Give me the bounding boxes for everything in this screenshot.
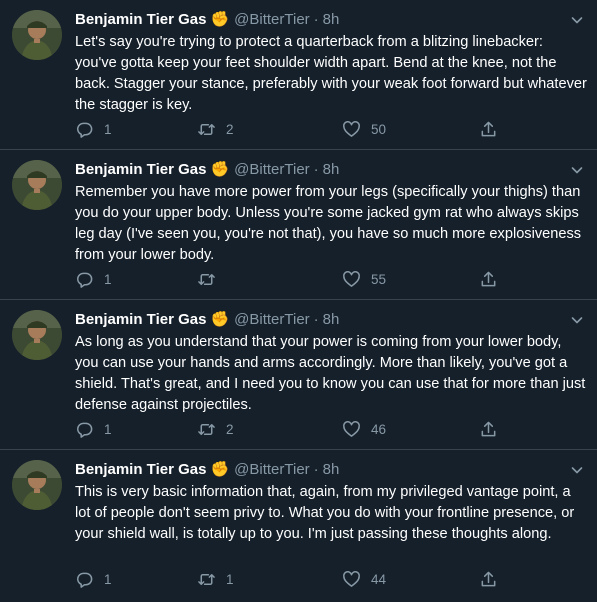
reply-icon <box>75 420 94 439</box>
like-count: 55 <box>371 271 387 287</box>
timestamp[interactable]: 8h <box>323 310 340 330</box>
reply-icon <box>75 270 94 289</box>
display-name[interactable]: Benjamin Tier Gas <box>75 160 206 180</box>
retweet-button[interactable]: 2 <box>197 418 234 440</box>
share-button[interactable] <box>479 118 498 140</box>
tweet-header: Benjamin Tier Gas ✊ @BitterTier · 8h <box>75 10 585 30</box>
like-count: 46 <box>371 421 387 437</box>
tweet-actions: 1 1 44 <box>75 568 505 590</box>
reply-count: 1 <box>104 271 112 287</box>
tweet-actions: 1 2 50 <box>75 118 505 140</box>
reply-button[interactable]: 1 <box>75 118 112 140</box>
tweet-text: As long as you understand that your powe… <box>75 334 586 413</box>
heart-icon <box>342 270 361 289</box>
reply-count: 1 <box>104 421 112 437</box>
tweet-text: This is very basic information that, aga… <box>75 484 575 542</box>
chevron-down-icon[interactable] <box>569 12 585 28</box>
avatar-image <box>12 310 62 360</box>
share-icon <box>479 270 498 289</box>
retweet-button[interactable] <box>197 268 226 290</box>
share-button[interactable] <box>479 418 498 440</box>
separator-dot: · <box>313 11 319 28</box>
avatar[interactable] <box>12 460 62 510</box>
retweet-icon <box>197 270 216 289</box>
reply-button[interactable]: 1 <box>75 268 112 290</box>
tweet-header: Benjamin Tier Gas ✊ @BitterTier · 8h <box>75 460 585 480</box>
chevron-down-icon[interactable] <box>569 462 585 478</box>
like-button[interactable]: 44 <box>342 568 386 590</box>
retweet-count: 2 <box>226 121 234 137</box>
chevron-down-icon[interactable] <box>569 162 585 178</box>
user-handle[interactable]: @BitterTier <box>234 160 310 180</box>
avatar-image <box>12 460 62 510</box>
separator-dot: · <box>313 461 319 478</box>
chevron-down-icon[interactable] <box>569 312 585 328</box>
display-name[interactable]: Benjamin Tier Gas <box>75 310 206 330</box>
share-icon <box>479 570 498 589</box>
reply-icon <box>75 120 94 139</box>
raised-fist-emoji: ✊ <box>210 11 230 28</box>
avatar-image <box>12 160 62 210</box>
tweet[interactable]: Benjamin Tier Gas ✊ @BitterTier · 8h Let… <box>0 0 597 150</box>
heart-icon <box>342 120 361 139</box>
heart-icon <box>342 420 361 439</box>
tweet[interactable]: Benjamin Tier Gas ✊ @BitterTier · 8h Thi… <box>0 450 597 602</box>
raised-fist-emoji: ✊ <box>210 311 230 328</box>
timestamp[interactable]: 8h <box>323 460 340 480</box>
tweet[interactable]: Benjamin Tier Gas ✊ @BitterTier · 8h As … <box>0 300 597 450</box>
share-button[interactable] <box>479 268 498 290</box>
tweet-actions: 1 2 46 <box>75 418 505 440</box>
user-handle[interactable]: @BitterTier <box>234 310 310 330</box>
retweet-count: 1 <box>226 571 234 587</box>
reply-count: 1 <box>104 571 112 587</box>
separator-dot: · <box>313 161 319 178</box>
tweet-header: Benjamin Tier Gas ✊ @BitterTier · 8h <box>75 160 585 180</box>
avatar[interactable] <box>12 160 62 210</box>
retweet-button[interactable]: 2 <box>197 118 234 140</box>
reply-button[interactable]: 1 <box>75 418 112 440</box>
avatar-image <box>12 10 62 60</box>
like-button[interactable]: 55 <box>342 268 386 290</box>
like-button[interactable]: 46 <box>342 418 386 440</box>
retweet-icon <box>197 570 216 589</box>
user-handle[interactable]: @BitterTier <box>234 10 310 30</box>
like-button[interactable]: 50 <box>342 118 386 140</box>
tweet-actions: 1 55 <box>75 268 505 290</box>
display-name[interactable]: Benjamin Tier Gas <box>75 10 206 30</box>
tweet-thread: Benjamin Tier Gas ✊ @BitterTier · 8h Let… <box>0 0 597 602</box>
retweet-count: 2 <box>226 421 234 437</box>
user-handle[interactable]: @BitterTier <box>234 460 310 480</box>
raised-fist-emoji: ✊ <box>210 461 230 478</box>
raised-fist-emoji: ✊ <box>210 161 230 178</box>
reply-icon <box>75 570 94 589</box>
avatar[interactable] <box>12 310 62 360</box>
separator-dot: · <box>313 311 319 328</box>
tweet-text: Remember you have more power from your l… <box>75 184 582 263</box>
reply-count: 1 <box>104 121 112 137</box>
like-count: 50 <box>371 121 387 137</box>
share-icon <box>479 420 498 439</box>
heart-icon <box>342 570 361 589</box>
tweet-text: Let's say you're trying to protect a qua… <box>75 34 587 113</box>
tweet[interactable]: Benjamin Tier Gas ✊ @BitterTier · 8h Rem… <box>0 150 597 300</box>
like-count: 44 <box>371 571 387 587</box>
avatar[interactable] <box>12 10 62 60</box>
display-name[interactable]: Benjamin Tier Gas <box>75 460 206 480</box>
share-icon <box>479 120 498 139</box>
share-button[interactable] <box>479 568 498 590</box>
retweet-icon <box>197 120 216 139</box>
retweet-button[interactable]: 1 <box>197 568 234 590</box>
tweet-header: Benjamin Tier Gas ✊ @BitterTier · 8h <box>75 310 585 330</box>
timestamp[interactable]: 8h <box>323 10 340 30</box>
retweet-icon <box>197 420 216 439</box>
timestamp[interactable]: 8h <box>323 160 340 180</box>
reply-button[interactable]: 1 <box>75 568 112 590</box>
